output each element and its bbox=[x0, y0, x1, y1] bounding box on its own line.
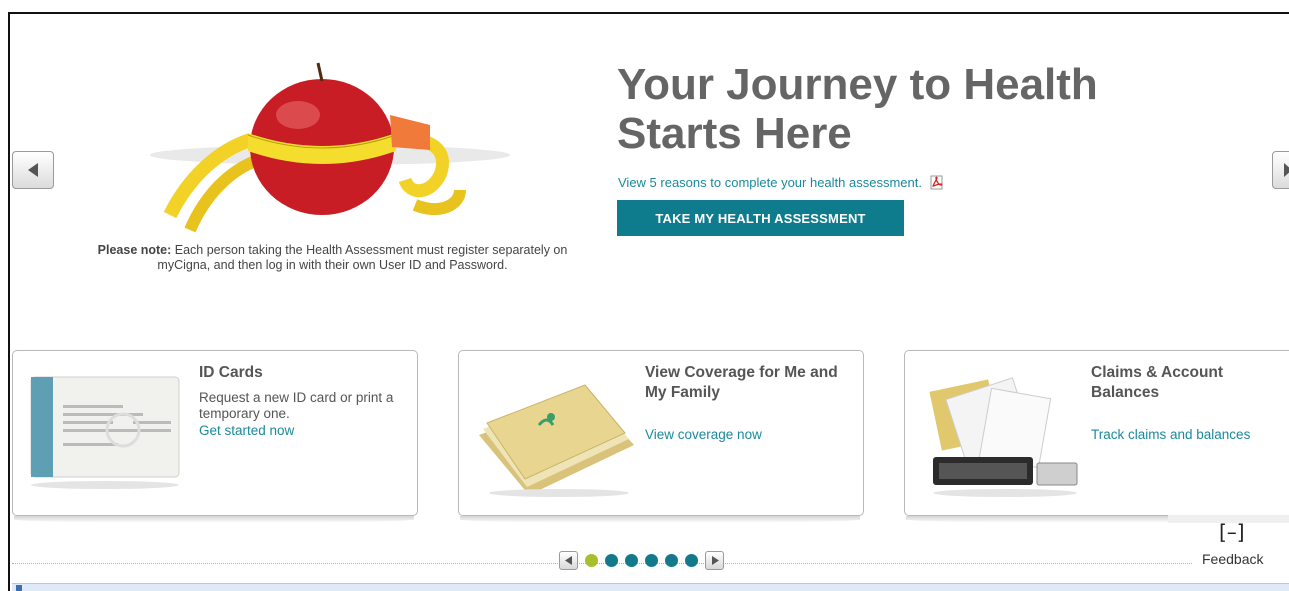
view-coverage-title: View Coverage for Me and My Family bbox=[645, 364, 838, 401]
chevron-left-icon bbox=[28, 163, 38, 177]
feedback-label[interactable]: Feedback bbox=[1202, 551, 1263, 567]
view-coverage-card[interactable]: View Coverage for Me and My Family View … bbox=[458, 350, 864, 516]
pdf-icon bbox=[930, 175, 943, 190]
view-coverage-link[interactable]: View coverage now bbox=[645, 427, 762, 442]
carousel-pager bbox=[559, 551, 724, 570]
feedback-collapse-toggle[interactable]: [–] bbox=[1219, 520, 1245, 544]
card-shadow bbox=[14, 516, 414, 523]
pager-dot[interactable] bbox=[605, 554, 618, 567]
bottom-bar bbox=[12, 583, 1289, 591]
cigna-folder-image bbox=[479, 384, 634, 497]
health-assessment-reasons-link[interactable]: View 5 reasons to complete your health a… bbox=[618, 175, 944, 190]
id-cards-card[interactable]: ID Cards Request a new ID card or print … bbox=[12, 350, 418, 516]
note-bold-label: Please note: bbox=[97, 243, 172, 257]
id-card-image bbox=[30, 376, 180, 489]
pager-dot[interactable] bbox=[625, 554, 638, 567]
claims-paperwork-image bbox=[929, 377, 1078, 497]
id-cards-description: Request a new ID card or print a tempora… bbox=[199, 390, 394, 421]
card-shadow bbox=[460, 516, 860, 523]
pager-dot[interactable] bbox=[645, 554, 658, 567]
pager-dot[interactable] bbox=[585, 554, 598, 567]
chevron-right-icon bbox=[1284, 163, 1289, 177]
health-assessment-note: Please note: Each person taking the Heal… bbox=[80, 243, 585, 273]
take-health-assessment-button[interactable]: TAKE MY HEALTH ASSESSMENT bbox=[617, 200, 904, 236]
claims-balances-title: Claims & Account Balances bbox=[1091, 364, 1224, 401]
pager-dot[interactable] bbox=[685, 554, 698, 567]
carousel-next-button[interactable] bbox=[1272, 151, 1289, 189]
hero-title: Your Journey to Health Starts Here bbox=[617, 60, 1098, 158]
track-claims-link[interactable]: Track claims and balances bbox=[1091, 427, 1250, 442]
hero-link-text: View 5 reasons to complete your health a… bbox=[618, 175, 922, 190]
claims-balances-card[interactable]: Claims & Account Balances Track claims a… bbox=[904, 350, 1289, 516]
pager-dot[interactable] bbox=[665, 554, 678, 567]
pager-next-button[interactable] bbox=[705, 551, 724, 570]
apple-tape-measure-image bbox=[150, 62, 510, 233]
bottom-bar-mark bbox=[16, 585, 22, 591]
chevron-right-icon bbox=[711, 556, 719, 565]
id-cards-title: ID Cards bbox=[199, 364, 263, 381]
pager-prev-button[interactable] bbox=[559, 551, 578, 570]
carousel-prev-button[interactable] bbox=[12, 151, 54, 189]
id-cards-get-started-link[interactable]: Get started now bbox=[199, 423, 294, 438]
note-text: Each person taking the Health Assessment… bbox=[157, 243, 568, 272]
chevron-left-icon bbox=[564, 556, 572, 565]
